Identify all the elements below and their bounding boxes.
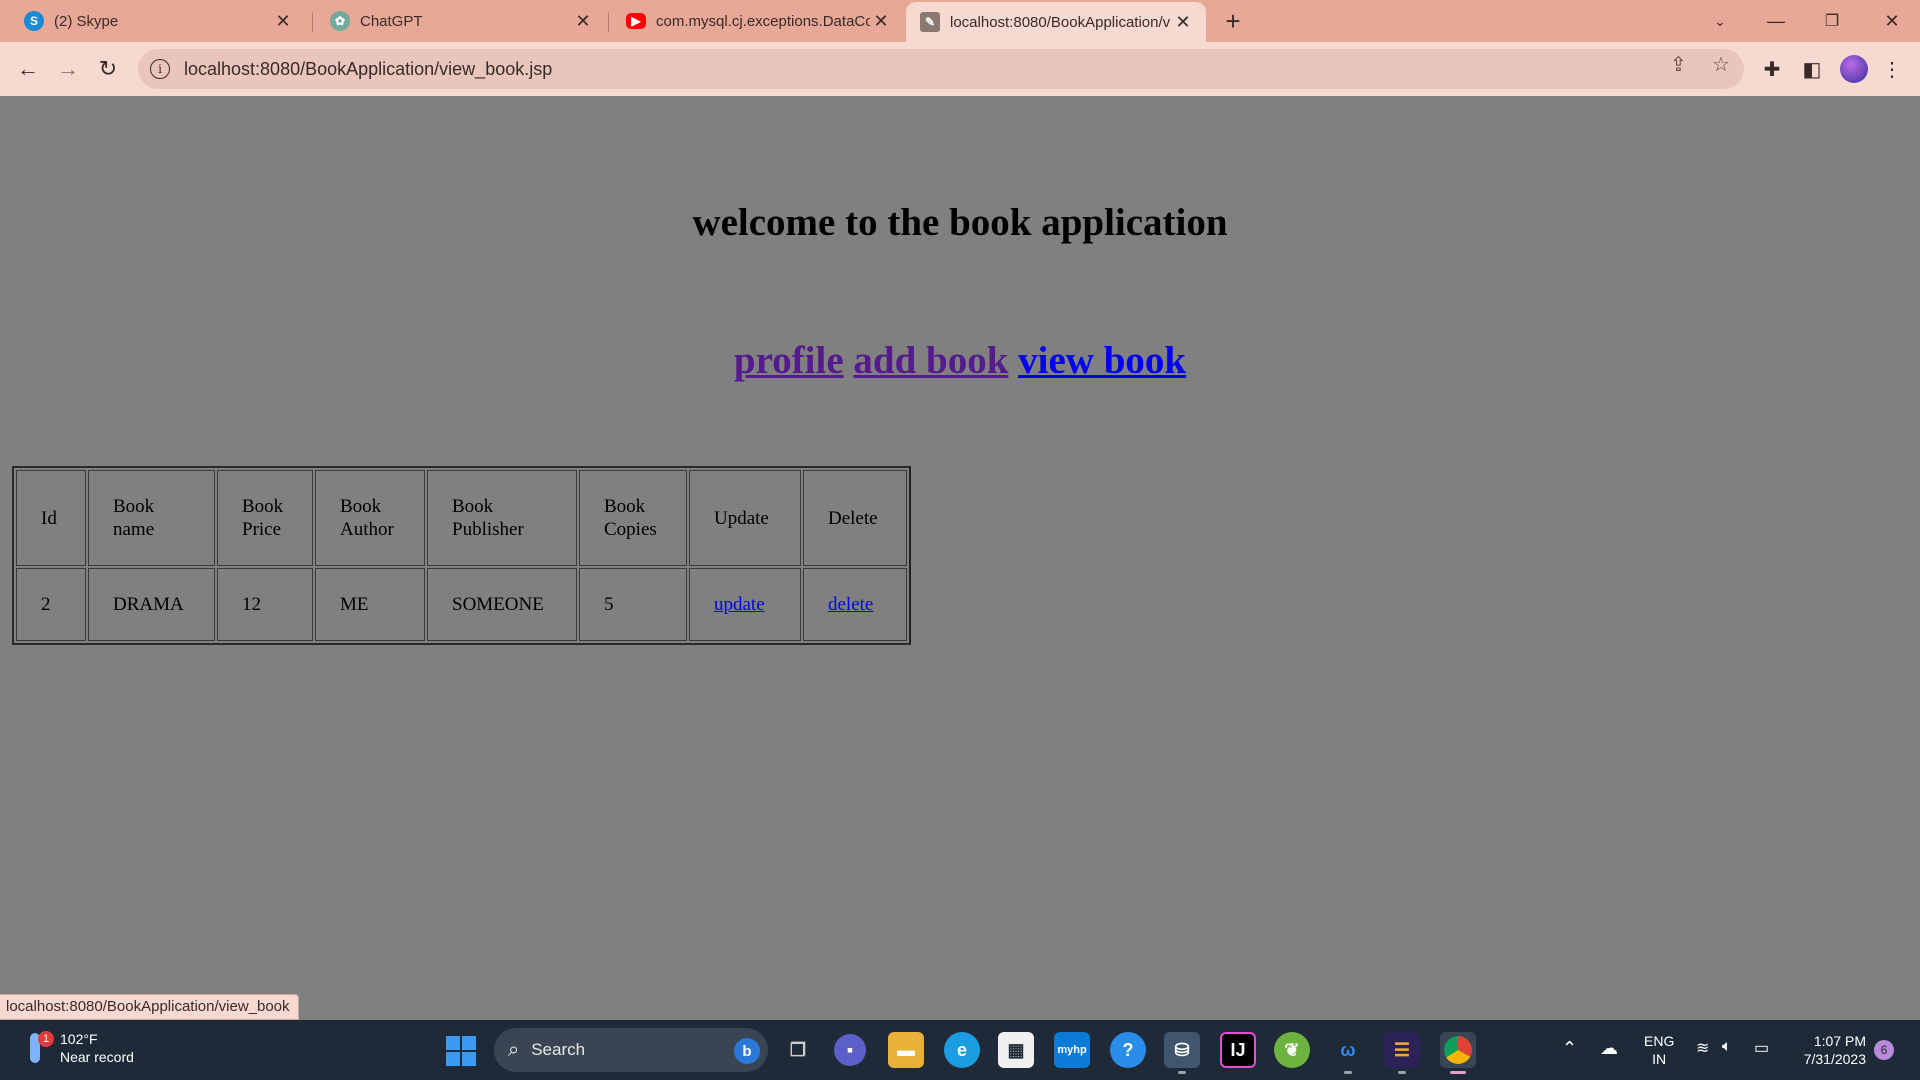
weather-widget[interactable]: 1 102°F Near record bbox=[24, 1030, 134, 1066]
edge-browser-icon[interactable]: e bbox=[944, 1032, 980, 1068]
show-hidden-icons-chevron-icon[interactable]: ⌃ bbox=[1562, 1038, 1577, 1059]
bookmark-star-icon[interactable]: ☆ bbox=[1712, 52, 1730, 77]
side-panel-icon[interactable]: ◧ bbox=[1798, 55, 1826, 83]
cell-book-name: DRAMA bbox=[88, 568, 215, 641]
tab-skype[interactable]: S (2) Skype ✕ bbox=[10, 0, 306, 42]
myhp-icon[interactable]: myhp bbox=[1054, 1032, 1090, 1068]
tab-divider bbox=[608, 12, 609, 32]
profile-avatar[interactable] bbox=[1840, 55, 1868, 83]
close-icon[interactable]: ✕ bbox=[272, 10, 294, 32]
share-icon[interactable]: ⇪ bbox=[1670, 52, 1687, 77]
eclipse-icon[interactable]: ☰ bbox=[1384, 1032, 1420, 1074]
close-icon[interactable]: ✕ bbox=[572, 10, 594, 32]
table-row: 2 DRAMA 12 ME SOMEONE 5 update delete bbox=[16, 568, 907, 641]
cell-delete: delete bbox=[803, 568, 907, 641]
extensions-puzzle-icon[interactable]: ✚ bbox=[1758, 55, 1786, 83]
intellij-idea-icon[interactable]: IJ bbox=[1220, 1032, 1256, 1068]
spring-tools-icon[interactable]: ❦ bbox=[1274, 1032, 1310, 1068]
youtube-icon: ▶ bbox=[626, 13, 646, 29]
microsoft-store-icon[interactable]: ▦ bbox=[998, 1032, 1034, 1068]
notification-count-badge[interactable]: 6 bbox=[1874, 1040, 1894, 1060]
skype-icon: S bbox=[24, 11, 44, 31]
add-book-link[interactable]: add book bbox=[853, 339, 1008, 382]
menu-kebab-icon[interactable]: ⋮ bbox=[1878, 55, 1906, 83]
chatgpt-icon: ✿ bbox=[330, 11, 350, 31]
tab-chatgpt[interactable]: ✿ ChatGPT ✕ bbox=[316, 0, 606, 42]
cell-book-author: ME bbox=[315, 568, 425, 641]
col-header-book-publisher: Book Publisher bbox=[427, 470, 577, 566]
restore-icon[interactable]: ❐ bbox=[1804, 0, 1860, 42]
address-bar[interactable]: i localhost:8080/BookApplication/view_bo… bbox=[138, 49, 1744, 89]
cell-book-copies: 5 bbox=[579, 568, 687, 641]
taskbar-search[interactable]: ⌕ Search b bbox=[494, 1028, 768, 1072]
tab-book-application[interactable]: ✎ localhost:8080/BookApplication/v ✕ bbox=[906, 2, 1206, 42]
site-info-icon[interactable]: i bbox=[150, 59, 170, 79]
update-link[interactable]: update bbox=[714, 594, 765, 615]
cell-id: 2 bbox=[16, 568, 86, 641]
forward-arrow-icon[interactable]: → bbox=[52, 53, 84, 85]
chrome-icon[interactable] bbox=[1440, 1032, 1476, 1074]
col-header-delete: Delete bbox=[803, 470, 907, 566]
tab-mysql-exception[interactable]: ▶ com.mysql.cj.exceptions.DataCon ✕ bbox=[612, 0, 904, 42]
volume-icon[interactable]: 🔈︎ bbox=[1722, 1038, 1732, 1056]
reload-icon[interactable]: ↻ bbox=[92, 53, 124, 85]
windows-start-icon[interactable] bbox=[446, 1036, 476, 1066]
page-heading: welcome to the book application bbox=[692, 201, 1228, 244]
books-table: Id Book name Book Price Book Author Book Pub… bbox=[12, 466, 911, 645]
view-book-link[interactable]: view book bbox=[1018, 339, 1186, 382]
system-clock[interactable]: 1:07 PM 7/31/2023 bbox=[1790, 1032, 1866, 1068]
weather-temperature: 102°F bbox=[60, 1031, 98, 1047]
address-url[interactable]: localhost:8080/BookApplication/view_book… bbox=[184, 59, 552, 80]
col-header-id: Id bbox=[16, 470, 86, 566]
thermometer-icon: 1 bbox=[24, 1031, 54, 1065]
cell-book-price: 12 bbox=[217, 568, 313, 641]
tab-divider bbox=[312, 12, 313, 32]
close-icon[interactable]: ✕ bbox=[870, 10, 892, 32]
web-page: welcome to the book application profile … bbox=[0, 96, 1920, 1020]
page-icon: ✎ bbox=[920, 12, 940, 32]
page-nav: profile add book view book bbox=[0, 338, 1920, 383]
language-indicator[interactable]: ENG IN bbox=[1644, 1032, 1674, 1068]
tab-label: ChatGPT bbox=[360, 12, 423, 30]
teams-chat-icon[interactable]: ▪ bbox=[834, 1034, 866, 1066]
col-header-book-author: Book Author bbox=[315, 470, 425, 566]
weather-badge: 1 bbox=[38, 1031, 54, 1047]
taskbar-search-label: Search bbox=[531, 1040, 586, 1059]
col-header-book-name: Book name bbox=[88, 470, 215, 566]
windows-taskbar: 1 102°F Near record ⌕ Search b ❐ ▪ ▬ e ▦… bbox=[0, 1020, 1920, 1080]
bing-icon[interactable]: b bbox=[734, 1038, 760, 1064]
get-help-icon[interactable]: ? bbox=[1110, 1032, 1146, 1068]
task-view-icon[interactable]: ❐ bbox=[780, 1032, 816, 1068]
browser-toolbar: ← → ↻ i localhost:8080/BookApplication/v… bbox=[0, 42, 1920, 96]
tab-label: localhost:8080/BookApplication/v bbox=[950, 13, 1171, 31]
col-header-update: Update bbox=[689, 470, 801, 566]
back-arrow-icon[interactable]: ← bbox=[12, 53, 44, 85]
browser-tab-strip: S (2) Skype ✕ ✿ ChatGPT ✕ ▶ com.mysql.cj… bbox=[0, 0, 1920, 42]
window-close-icon[interactable]: ✕ bbox=[1864, 0, 1920, 42]
search-icon: ⌕ bbox=[508, 1038, 520, 1061]
link-status-bubble: localhost:8080/BookApplication/view_book bbox=[0, 994, 299, 1020]
col-header-book-copies: Book Copies bbox=[579, 470, 687, 566]
mysql-workbench-icon[interactable]: ⛁ bbox=[1164, 1032, 1200, 1074]
table-header-row: Id Book name Book Price Book Author Book Pub… bbox=[16, 470, 907, 566]
close-icon[interactable]: ✕ bbox=[1172, 11, 1194, 33]
battery-icon[interactable]: ▭ bbox=[1754, 1038, 1769, 1058]
cell-update: update bbox=[689, 568, 801, 641]
delete-link[interactable]: delete bbox=[828, 594, 873, 615]
col-header-book-price: Book Price bbox=[217, 470, 313, 566]
webex-icon[interactable]: ω bbox=[1330, 1032, 1366, 1074]
tab-search-chevron-icon[interactable]: ⌄ bbox=[1692, 0, 1748, 42]
tab-label: com.mysql.cj.exceptions.DataCon bbox=[656, 12, 870, 30]
weather-description: Near record bbox=[60, 1049, 134, 1065]
onedrive-cloud-icon[interactable]: ☁ bbox=[1600, 1038, 1618, 1059]
profile-link[interactable]: profile bbox=[734, 339, 844, 382]
tab-label: (2) Skype bbox=[54, 12, 119, 30]
minimize-icon[interactable]: — bbox=[1748, 0, 1804, 42]
file-explorer-icon[interactable]: ▬ bbox=[888, 1032, 924, 1068]
new-tab-icon[interactable]: + bbox=[1218, 6, 1248, 36]
wifi-icon[interactable]: ≋ bbox=[1696, 1038, 1709, 1058]
cell-book-publisher: SOMEONE bbox=[427, 568, 577, 641]
